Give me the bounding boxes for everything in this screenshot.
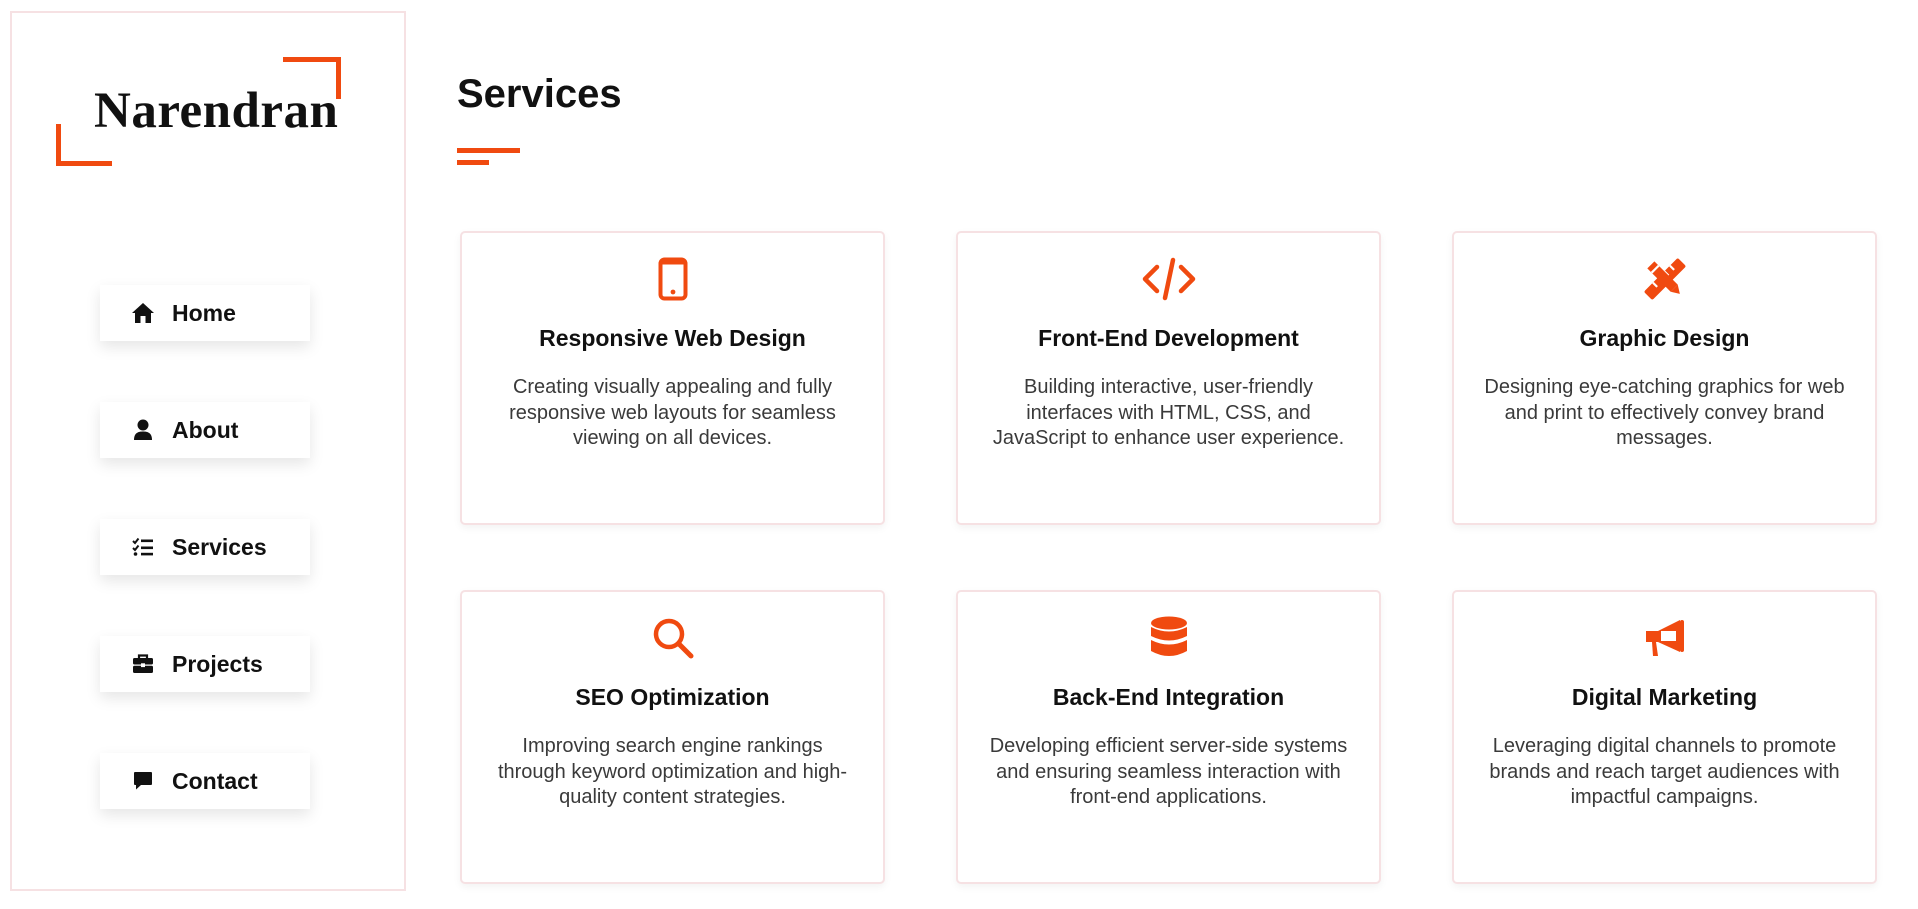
- service-card-graphic-design[interactable]: Graphic Design Designing eye-catching gr…: [1452, 231, 1877, 525]
- service-title: SEO Optimization: [575, 684, 770, 710]
- title-underline-short: [457, 160, 489, 165]
- nav-label: Contact: [172, 767, 258, 794]
- service-title: Responsive Web Design: [539, 325, 806, 351]
- sidebar: Narendran Home About Services Projects C…: [10, 11, 406, 891]
- service-description: Leveraging digital channels to promote b…: [1489, 735, 1840, 808]
- service-title: Graphic Design: [1579, 325, 1750, 351]
- message-icon: [130, 769, 156, 793]
- service-description: Creating visually appealing and fully re…: [509, 376, 836, 449]
- service-card-digital-marketing[interactable]: Digital Marketing Leveraging digital cha…: [1452, 590, 1877, 884]
- nav-label: Services: [172, 533, 267, 560]
- nav-label: Projects: [172, 650, 263, 677]
- service-title: Back-End Integration: [1052, 684, 1285, 710]
- checklist-icon: [130, 535, 156, 559]
- nav-label: Home: [172, 299, 236, 326]
- service-card-responsive-web-design[interactable]: Responsive Web Design Creating visually …: [460, 231, 885, 525]
- service-description: Developing efficient server-side systems…: [989, 735, 1348, 808]
- service-card-seo-optimization[interactable]: SEO Optimization Improving search engine…: [460, 590, 885, 884]
- title-underline: [457, 148, 520, 153]
- service-card-back-end-integration[interactable]: Back-End Integration Developing efficien…: [956, 590, 1381, 884]
- home-icon: [130, 301, 156, 325]
- search-icon: [462, 616, 883, 662]
- service-title: Digital Marketing: [1571, 684, 1758, 710]
- brand-name: Narendran: [94, 83, 339, 139]
- nav-item-projects[interactable]: Projects: [100, 636, 310, 692]
- service-description: Improving search engine rankings through…: [497, 735, 848, 808]
- page-title: Services: [457, 72, 622, 116]
- service-description: Building interactive, user-friendly inte…: [992, 376, 1345, 449]
- pencil-ruler-icon: [1454, 257, 1875, 303]
- service-description: Designing eye-catching graphics for web …: [1484, 376, 1845, 449]
- nav-label: About: [172, 416, 239, 443]
- megaphone-icon: [1454, 616, 1875, 662]
- nav-item-about[interactable]: About: [100, 402, 310, 458]
- database-icon: [958, 616, 1379, 662]
- nav-item-contact[interactable]: Contact: [100, 753, 310, 809]
- service-card-front-end-development[interactable]: Front-End Development Building interacti…: [956, 231, 1381, 525]
- briefcase-icon: [130, 652, 156, 676]
- service-title: Front-End Development: [1038, 325, 1299, 351]
- nav-item-home[interactable]: Home: [100, 285, 310, 341]
- code-icon: [958, 257, 1379, 303]
- mobile-icon: [462, 257, 883, 303]
- main-nav: Home About Services Projects Contact: [100, 285, 310, 870]
- nav-item-services[interactable]: Services: [100, 519, 310, 575]
- user-icon: [130, 418, 156, 442]
- logo[interactable]: Narendran: [46, 57, 366, 177]
